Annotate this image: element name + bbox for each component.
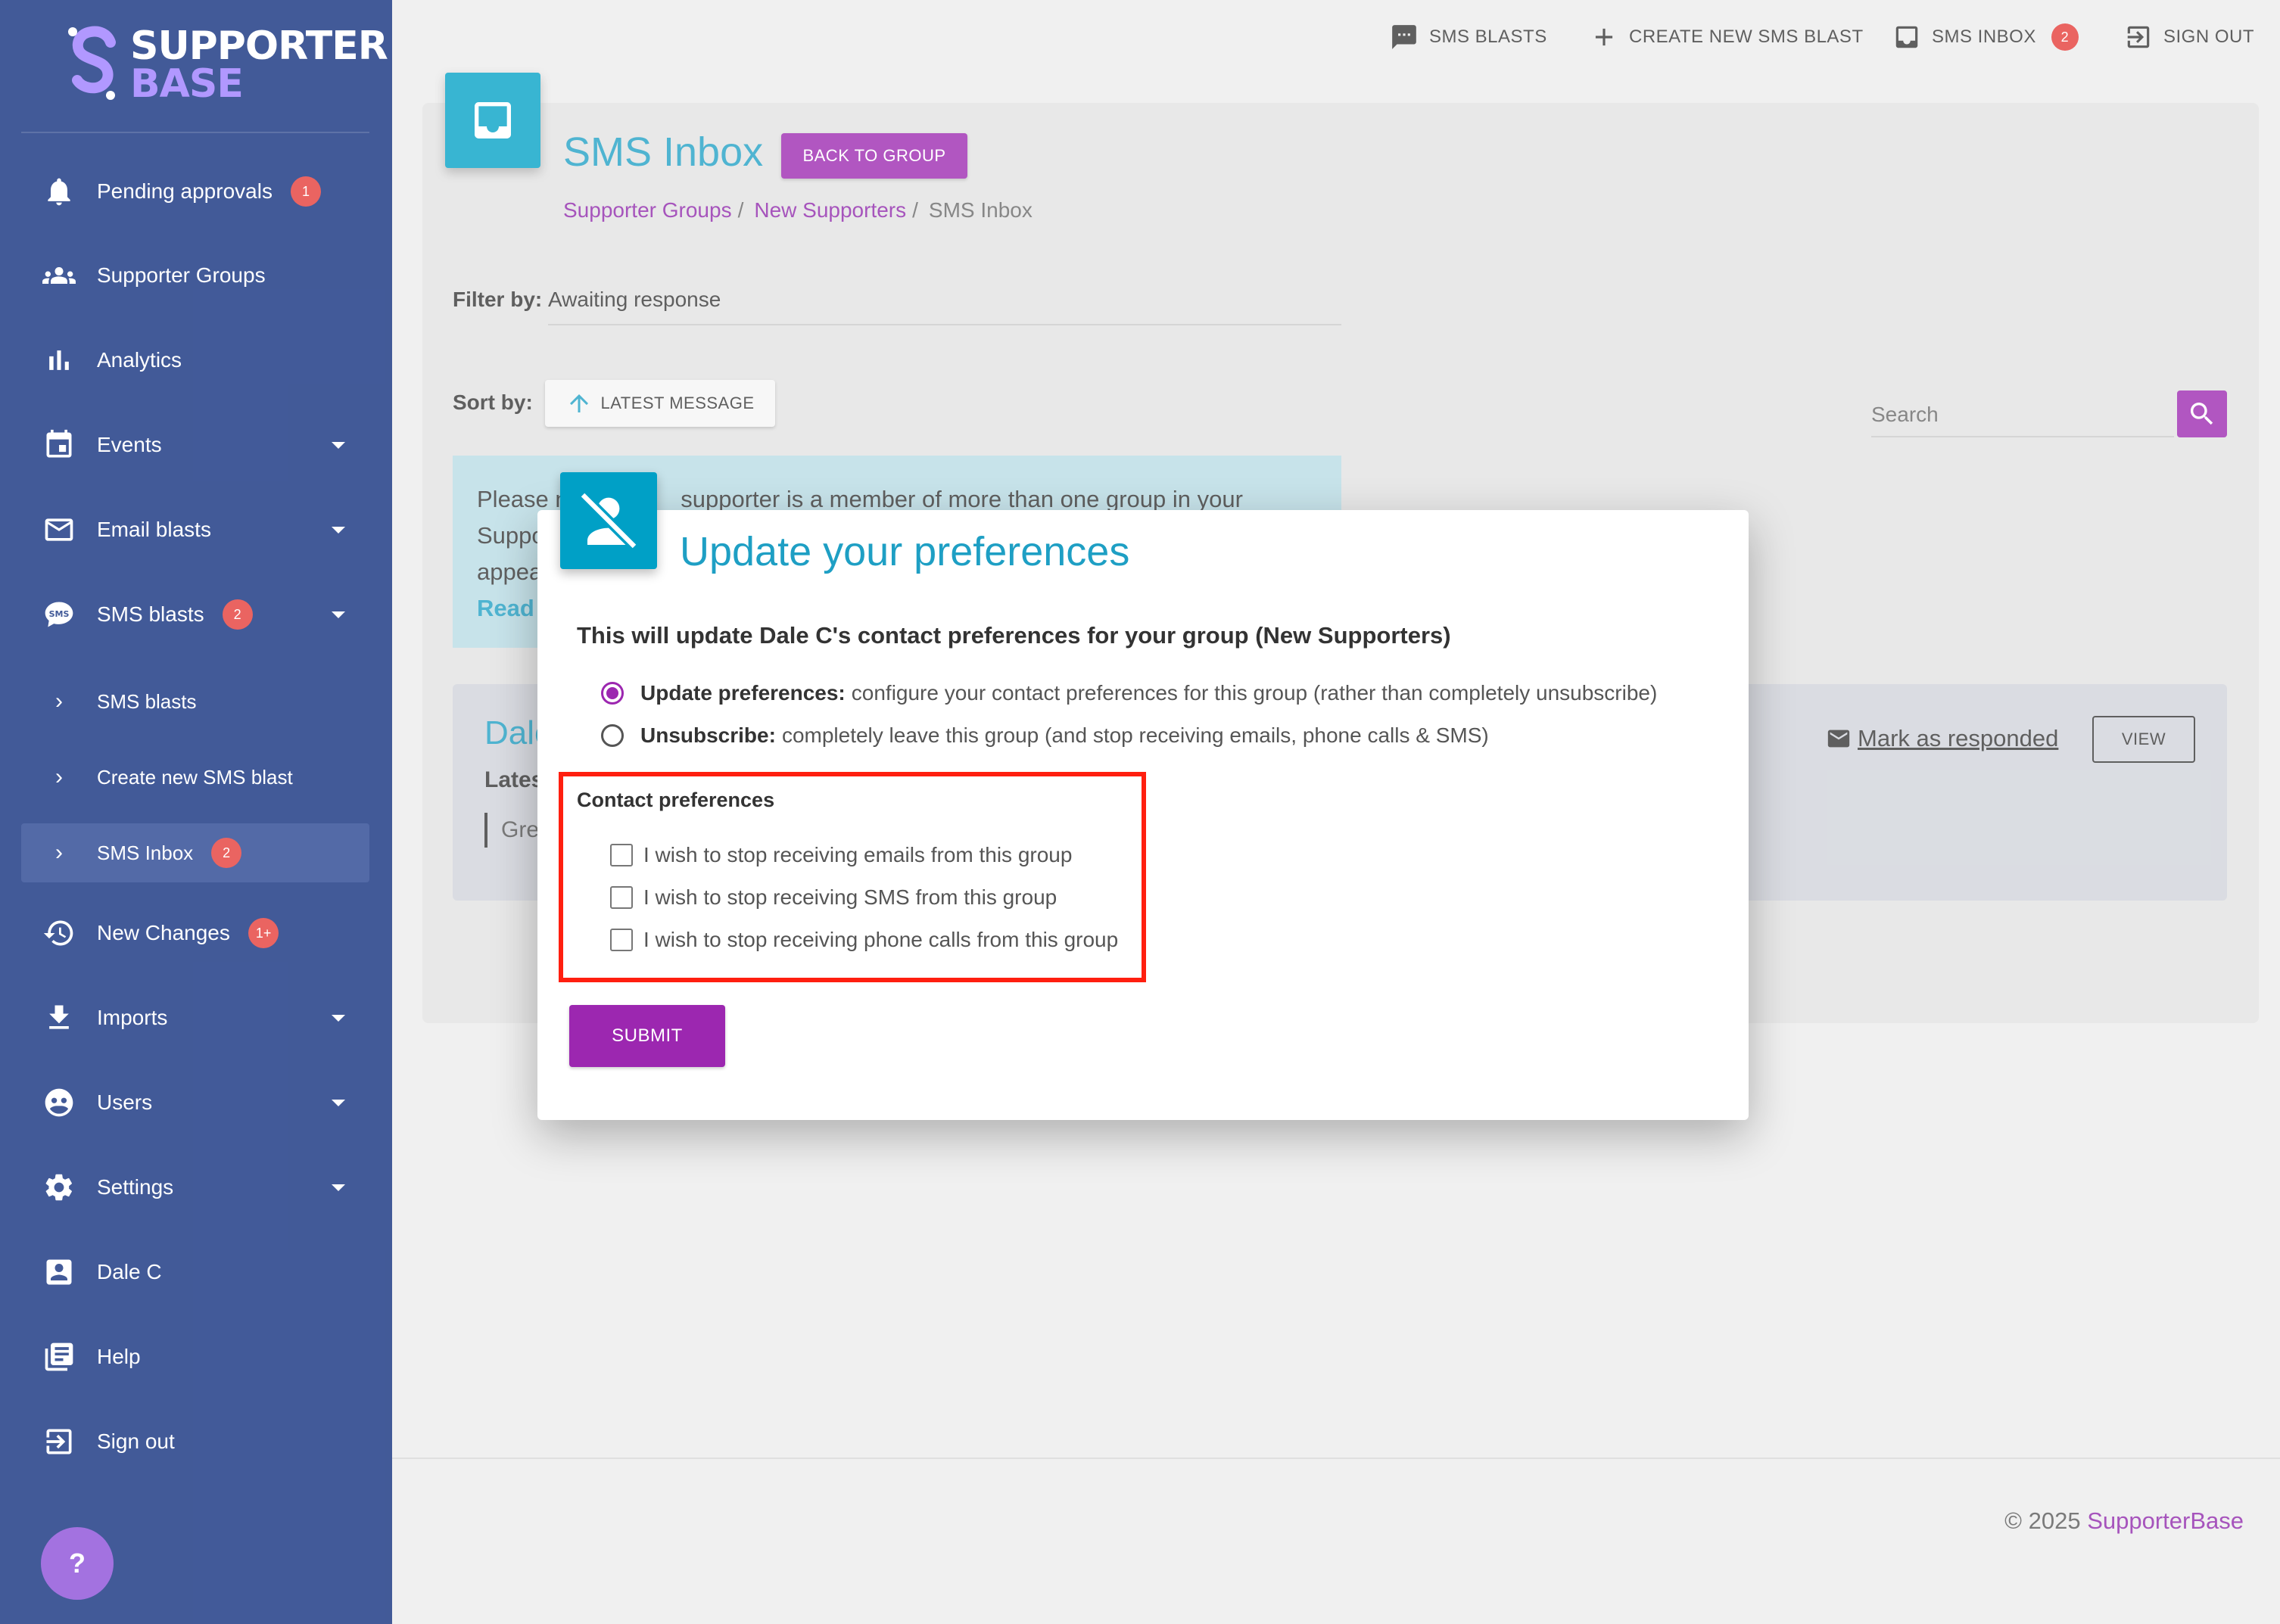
modal-description: This will update Dale C's contact prefer… — [577, 622, 1451, 649]
modal-title: Update your preferences — [680, 529, 1130, 574]
checkbox-label: I wish to stop receiving emails from thi… — [643, 843, 1073, 866]
checkbox-label: I wish to stop receiving SMS from this g… — [643, 885, 1057, 909]
option-text: completely leave this group (and stop re… — [781, 723, 1489, 747]
contact-preferences-title: Contact preferences — [577, 789, 775, 811]
checkbox-label: I wish to stop receiving phone calls fro… — [643, 928, 1119, 951]
radio-unsubscribe[interactable] — [601, 724, 624, 747]
submit-button[interactable]: SUBMIT — [569, 1005, 725, 1067]
checkbox-row-phone[interactable]: I wish to stop receiving phone calls fro… — [610, 928, 1118, 952]
checkbox-row-emails[interactable]: I wish to stop receiving emails from thi… — [610, 843, 1072, 867]
user-off-icon — [560, 472, 657, 569]
checkbox-stop-sms[interactable] — [610, 886, 633, 909]
radio-update-preferences[interactable] — [601, 682, 624, 705]
option-update-preferences[interactable]: Update preferences: configure your conta… — [601, 681, 1657, 705]
checkbox-row-sms[interactable]: I wish to stop receiving SMS from this g… — [610, 885, 1057, 910]
option-label: Unsubscribe: — [640, 723, 776, 747]
option-unsubscribe[interactable]: Unsubscribe: completely leave this group… — [601, 723, 1489, 748]
checkbox-stop-phone-calls[interactable] — [610, 929, 633, 951]
checkbox-stop-emails[interactable] — [610, 844, 633, 866]
option-label: Update preferences: — [640, 681, 846, 705]
option-text: configure your contact preferences for t… — [851, 681, 1658, 705]
